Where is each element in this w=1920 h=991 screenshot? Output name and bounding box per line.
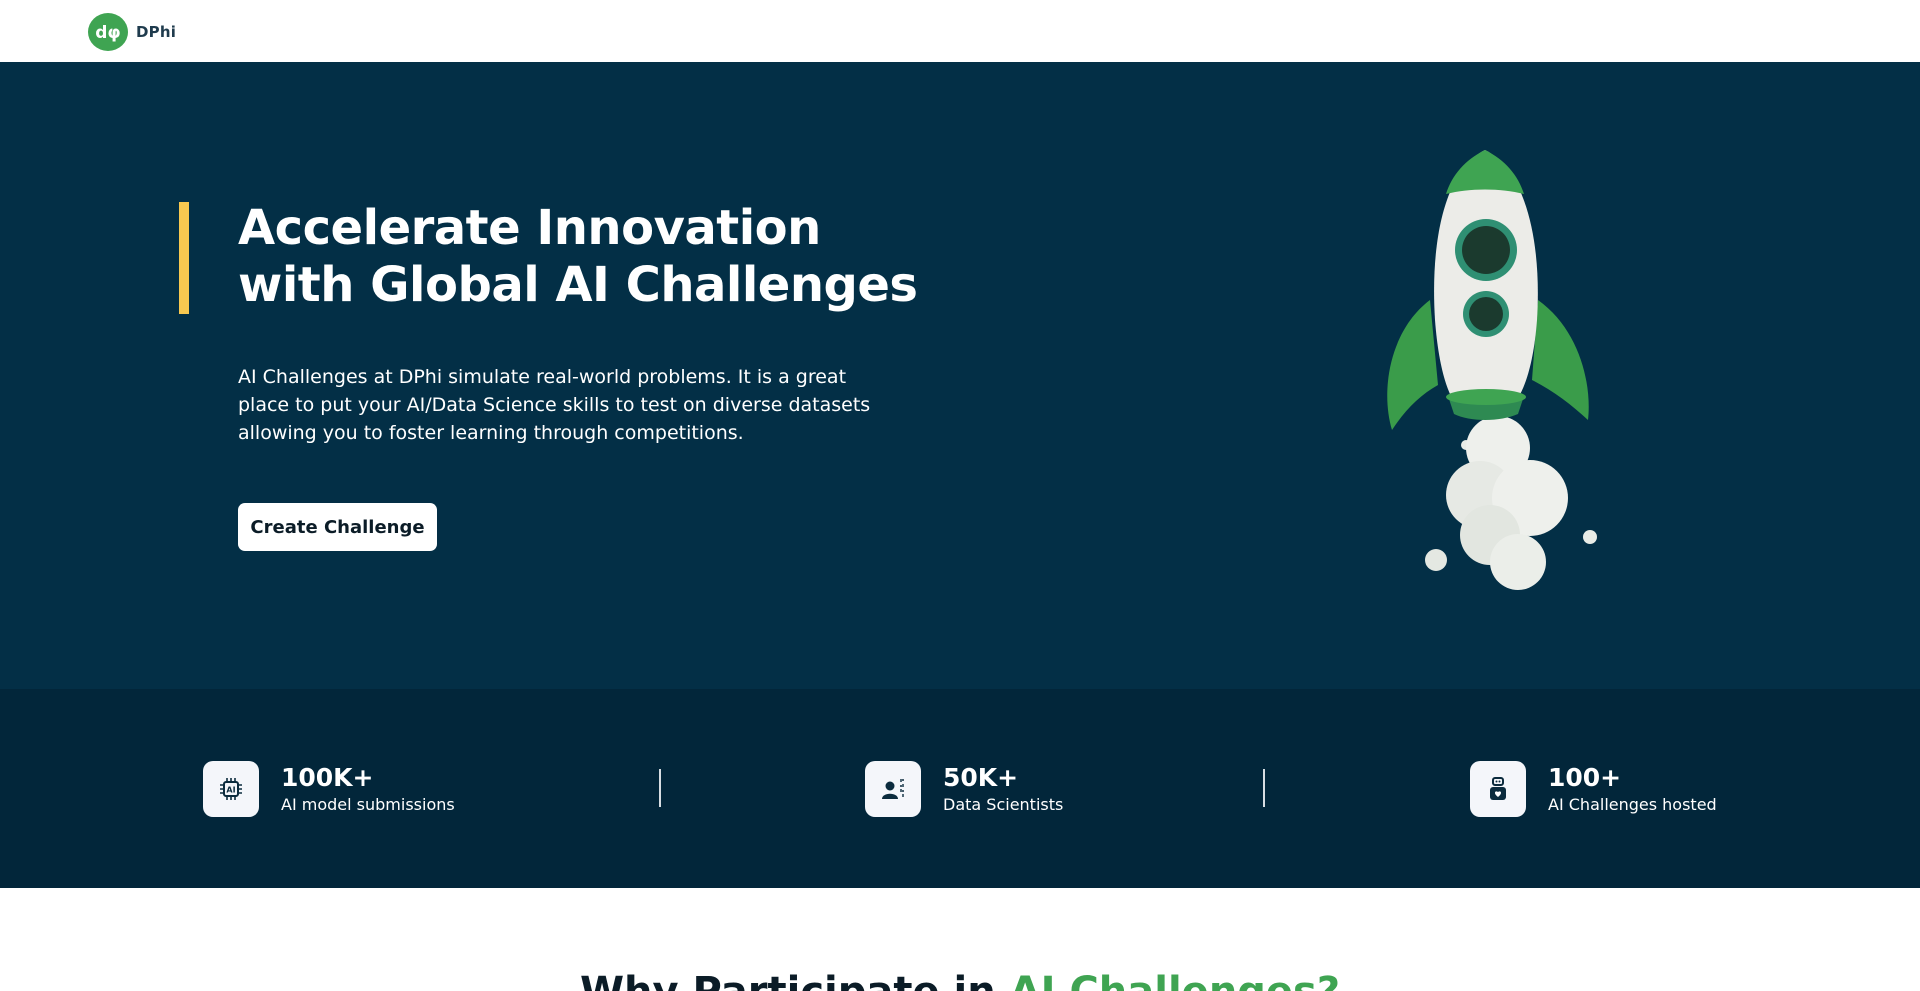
svg-text:dφ: dφ bbox=[95, 23, 120, 43]
why-title-prefix: Why Participate in bbox=[580, 969, 1010, 991]
logo-glyph: dφ bbox=[95, 23, 120, 43]
create-challenge-button[interactable]: Create Challenge bbox=[238, 503, 437, 551]
why-participate-title: Why Participate in AI Challenges? bbox=[0, 968, 1920, 991]
why-title-highlight: AI Challenges? bbox=[1010, 969, 1340, 991]
svg-text:AI: AI bbox=[226, 786, 235, 795]
rocket-illustration bbox=[1387, 150, 1597, 590]
stat-submissions: AI 100K+ AI model submissions bbox=[203, 761, 455, 817]
stat-value: 100+ bbox=[1548, 762, 1622, 792]
stat-challenges-hosted: 100+ AI Challenges hosted bbox=[1470, 761, 1717, 817]
stat-label: AI model submissions bbox=[281, 794, 455, 814]
robot-icon bbox=[1470, 761, 1526, 817]
stat-label: AI Challenges hosted bbox=[1548, 794, 1717, 814]
data-scientist-icon bbox=[865, 761, 921, 817]
logo-mark: dφ bbox=[88, 13, 128, 51]
stat-label: Data Scientists bbox=[943, 794, 1064, 814]
stat-value: 50K+ bbox=[943, 762, 1019, 792]
stats-band: AI 100K+ AI model submissions 50K+ Data … bbox=[0, 689, 1920, 888]
stats-divider bbox=[659, 769, 661, 807]
dphi-logo[interactable]: dφ DPhi bbox=[88, 13, 176, 51]
hero-title: Accelerate Innovation with Global AI Cha… bbox=[238, 200, 918, 313]
stat-value: 100K+ bbox=[281, 762, 374, 792]
ai-chip-icon: AI bbox=[203, 761, 259, 817]
stats-divider bbox=[1263, 769, 1265, 807]
top-nav: dφ DPhi bbox=[0, 0, 1920, 62]
hero-description: AI Challenges at DPhi simulate real-worl… bbox=[238, 366, 871, 444]
hero-section: Accelerate Innovation with Global AI Cha… bbox=[0, 62, 1920, 689]
stat-data-scientists: 50K+ Data Scientists bbox=[865, 761, 1063, 817]
title-accent-bar bbox=[179, 202, 189, 314]
logo-text: DPhi bbox=[136, 23, 177, 41]
